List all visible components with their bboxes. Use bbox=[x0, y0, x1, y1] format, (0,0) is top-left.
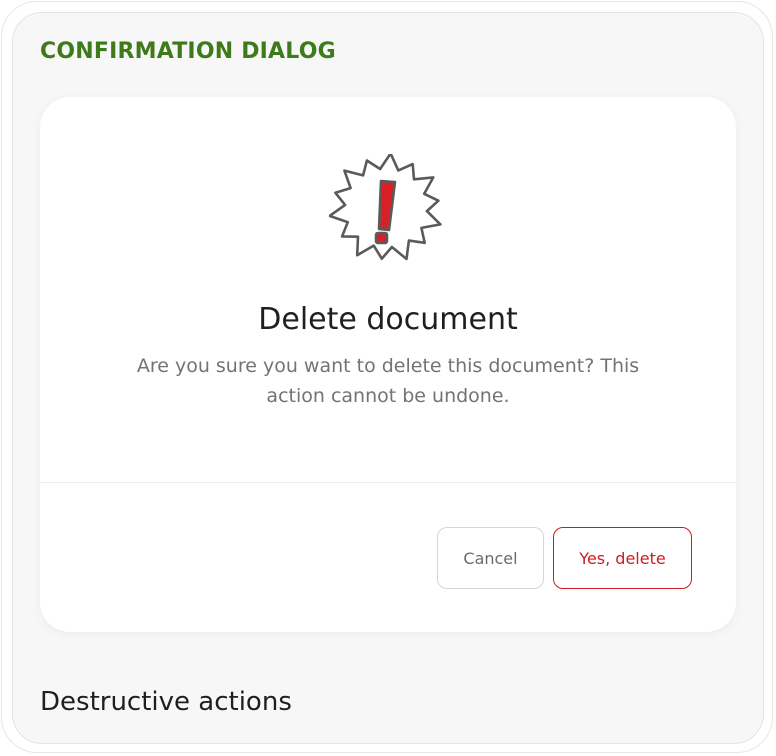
section-label: CONFIRMATION DIALOG bbox=[40, 39, 336, 64]
section-caption: Destructive actions bbox=[40, 687, 292, 717]
alert-burst-icon bbox=[329, 154, 442, 261]
dialog-message: Are you sure you want to delete this doc… bbox=[136, 355, 640, 407]
dialog-divider bbox=[40, 482, 736, 483]
confirmation-dialog: Delete document Are you sure you want to… bbox=[40, 97, 736, 632]
confirm-delete-button[interactable]: Yes, delete bbox=[553, 527, 692, 589]
cancel-button[interactable]: Cancel bbox=[437, 527, 544, 589]
dialog-title: Delete document bbox=[258, 302, 518, 337]
